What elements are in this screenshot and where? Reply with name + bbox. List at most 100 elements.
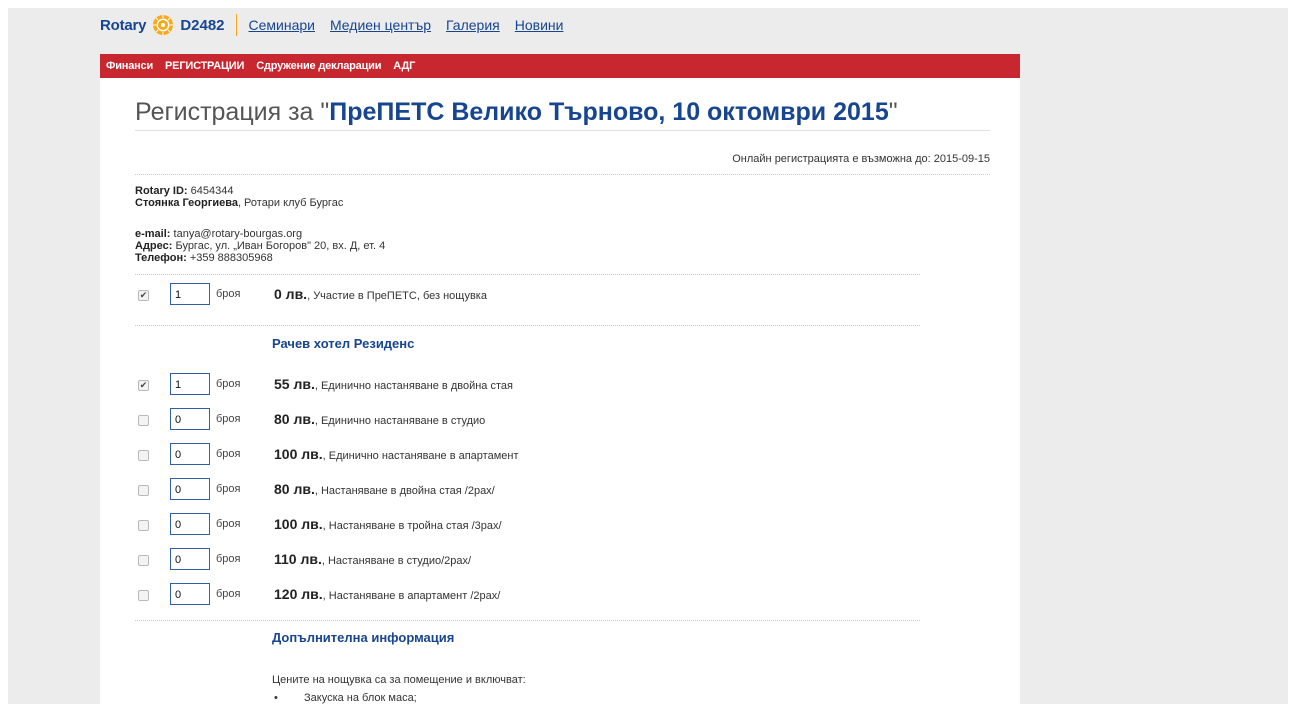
menu-item-association-declarations[interactable]: Сдружение декларации [256,60,381,72]
option-price: 80 лв. [274,481,315,497]
hotel-option-checkbox[interactable] [138,590,149,601]
option-description: , Единично настаняване в апартамент [322,450,519,462]
top-navigation: Rotary D2482 Семинари Медиен център Гале… [100,11,578,39]
district-label[interactable]: D2482 [180,17,224,34]
extra-info-bullet: • Закуска на блок маса; [274,692,417,704]
hotel-option-checkbox[interactable] [138,415,149,426]
menu-item-finance[interactable]: Финанси [106,60,153,72]
option-price: 55 лв. [274,376,315,392]
contacts-divider [135,274,920,275]
hotel-option-qty-input[interactable]: 0 [170,443,210,465]
qty-unit: броя [216,448,241,460]
member-identity: Rotary ID: 6454344 Стоянка Георгиева, Ро… [135,185,343,209]
member-name-line: Стоянка Георгиева, Ротари клуб Бургас [135,197,343,209]
hotel-option-row: 0 броя 120 лв., Настаняване в апартамент… [138,583,838,609]
hotel-option-row: 0 броя 110 лв., Настаняване в студио/2pa… [138,548,838,574]
option-price: 100 лв. [274,446,323,462]
participation-row: ✔ 1 броя 0 лв., Участие в ПреПЕТС, без н… [138,283,838,309]
bullet-text: Закуска на блок маса; [304,692,417,704]
qty-unit: броя [216,553,241,565]
option-price: 120 лв. [274,586,323,602]
option-description: , Настаняване в тройна стая /3pax/ [322,520,502,532]
option-price: 110 лв. [274,551,322,567]
menu-item-registrations[interactable]: РЕГИСТРАЦИИ [165,60,244,72]
nav-link-gallery[interactable]: Галерия [446,17,500,33]
title-divider [135,130,990,131]
page-title: Регистрация за "ПреПЕТС Велико Търново, … [135,98,898,127]
hotel-option-qty-input[interactable]: 0 [170,408,210,430]
rotary-id-value: 6454344 [187,185,234,197]
hotel-option: 80 лв., Настаняване в двойна стая /2pax/ [274,481,495,497]
hotel-option-row: 0 броя 80 лв., Настаняване в двойна стая… [138,478,838,504]
qty-unit: броя [216,288,241,300]
option-description: , Настаняване в апартамент /2pax/ [322,590,501,602]
address-value: Бургас, ул. „Иван Богоров" 20, вх. Д, ет… [172,240,386,252]
option-price: 80 лв. [274,411,315,427]
hotel-option: 55 лв., Единично настаняване в двойна ст… [274,376,513,392]
main-menubar: Финанси РЕГИСТРАЦИИ Сдружение декларации… [100,54,1020,78]
deadline-divider [135,174,990,175]
phone-value: +359 888305968 [186,252,273,264]
nav-link-media-center[interactable]: Медиен център [330,17,431,33]
hotel-option-row: 0 броя 100 лв., Единично настаняване в а… [138,443,838,469]
hotel-option-checkbox[interactable] [138,450,149,461]
hotel-option: 100 лв., Настаняване в тройна стая /3pax… [274,516,502,532]
registration-panel: Регистрация за "ПреПЕТС Велико Търново, … [100,78,1020,704]
bullet-marker: • [274,692,278,704]
qty-unit: броя [216,483,241,495]
hotel-option-qty-input[interactable]: 0 [170,583,210,605]
title-prefix: Регистрация за " [135,98,330,126]
options-divider [135,620,920,621]
email-label: e-mail: [135,228,171,240]
hotel-option-qty-input[interactable]: 0 [170,513,210,535]
rotary-wheel-icon [153,15,174,35]
hotel-option-checkbox[interactable]: ✔ [138,380,149,391]
hotel-option: 100 лв., Единично настаняване в апартаме… [274,446,519,462]
hotel-option-checkbox[interactable] [138,485,149,496]
member-name: Стоянка Георгиева [135,197,238,209]
hotel-option: 120 лв., Настаняване в апартамент /2pax/ [274,586,500,602]
extra-info-intro: Цените на нощувка са за помещение и вклю… [272,674,526,686]
hotel-option: 80 лв., Единично настаняване в студио [274,411,485,427]
qty-unit: броя [216,518,241,530]
hotel-option: 110 лв., Настаняване в студио/2pax/ [274,551,471,567]
participation-option: 0 лв., Участие в ПреПЕТС, без нощувка [274,286,487,302]
registration-deadline: Онлайн регистрацията е възможна до: 2015… [732,153,990,165]
extra-info-heading: Допълнителна информация [272,630,455,645]
qty-unit: броя [216,588,241,600]
nav-divider [235,14,237,36]
participation-divider [135,325,920,326]
hotel-option-checkbox[interactable] [138,555,149,566]
phone-label: Телефон: [135,252,187,264]
address-line: Адрес: Бургас, ул. „Иван Богоров" 20, вх… [135,240,385,252]
hotel-option-row: 0 броя 80 лв., Единично настаняване в ст… [138,408,838,434]
email-value: tanya@rotary-bourgas.org [170,228,303,240]
member-club: , Ротари клуб Бургас [237,197,344,209]
rotary-id-line: Rotary ID: 6454344 [135,185,343,197]
hotel-option-qty-input[interactable]: 0 [170,548,210,570]
hotel-option-checkbox[interactable] [138,520,149,531]
hotel-option-qty-input[interactable]: 0 [170,478,210,500]
title-suffix: " [888,98,898,126]
option-description: , Настаняване в двойна стая /2pax/ [314,485,495,497]
option-description: , Участие в ПреПЕТС, без нощувка [307,290,487,302]
option-price: 0 лв. [274,286,308,302]
option-description: , Единично настаняване в студио [314,415,486,427]
option-description: , Единично настаняване в двойна стая [314,380,513,392]
qty-unit: броя [216,378,241,390]
rotary-logo-text[interactable]: Rotary [100,17,147,34]
participation-qty-input[interactable]: 1 [170,283,210,305]
qty-unit: броя [216,413,241,425]
menu-item-adg[interactable]: АДГ [393,60,415,72]
option-description: , Настаняване в студио/2pax/ [321,555,472,567]
title-event: ПреПЕТС Велико Търново, 10 октомври 2015 [329,98,889,126]
address-label: Адрес: [135,240,173,252]
phone-line: Телефон: +359 888305968 [135,252,385,264]
hotel-option-qty-input[interactable]: 1 [170,373,210,395]
nav-link-news[interactable]: Новини [515,17,564,33]
participation-checkbox[interactable]: ✔ [138,290,149,301]
hotel-option-row: ✔ 1 броя 55 лв., Единично настаняване в … [138,373,838,399]
nav-link-seminars[interactable]: Семинари [249,17,315,33]
email-line: e-mail: tanya@rotary-bourgas.org [135,228,385,240]
hotel-heading: Рачев хотел Резиденс [272,336,415,351]
